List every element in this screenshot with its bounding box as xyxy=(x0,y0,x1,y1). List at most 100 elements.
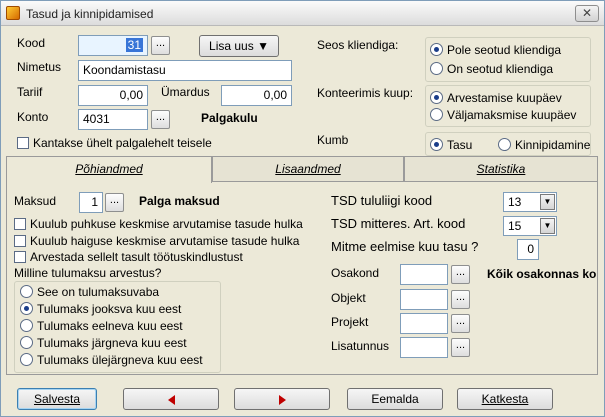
remove-button[interactable]: Eemalda xyxy=(347,388,443,410)
puhkuse-label: Kuulub puhkuse keskmise arvutamise tasud… xyxy=(30,217,303,231)
kumb-option-label: Kinnipidamine xyxy=(515,138,591,152)
tootuskindlustus-label: Arvestada sellelt tasult töötuskindlustu… xyxy=(30,250,243,264)
tsd-mitteres-select[interactable]: 15 ▼ xyxy=(503,216,557,236)
checkbox-box xyxy=(14,251,26,263)
projekt-input[interactable] xyxy=(400,313,448,334)
lisa-uus-label: Lisa uus xyxy=(209,39,254,53)
tulumaks-option-label: Tulumaks eelneva kuu eest xyxy=(37,319,183,333)
lisa-uus-button[interactable]: Lisa uus ▼ xyxy=(199,35,279,57)
tab-pohiandmed[interactable]: Põhiandmed xyxy=(6,156,212,183)
cancel-button[interactable]: Katkesta xyxy=(457,388,553,410)
app-icon xyxy=(6,6,20,20)
tulumaks-option-vaba[interactable]: See on tulumaksuvaba xyxy=(20,284,159,300)
kood-lookup-button[interactable]: ... xyxy=(151,36,170,55)
maksud-lookup-button[interactable]: ... xyxy=(105,193,124,212)
save-button[interactable]: Salvesta xyxy=(17,388,97,410)
tariif-label: Tariif xyxy=(17,85,43,99)
radio-icon xyxy=(20,285,33,298)
konteerimis-option-label: Arvestamise kuupäev xyxy=(447,91,562,105)
seos-label: Seos kliendiga: xyxy=(317,38,399,52)
tulumaks-option-label: Tulumaks järgneva kuu eest xyxy=(37,336,187,350)
konteerimis-option-arvestamise[interactable]: Arvestamise kuupäev xyxy=(430,90,562,106)
konto-name: Palgakulu xyxy=(201,111,258,125)
puhkuse-checkbox[interactable]: Kuulub puhkuse keskmise arvutamise tasud… xyxy=(14,216,303,232)
seos-option-label: On seotud kliendiga xyxy=(447,62,554,76)
checkbox-box xyxy=(17,137,29,149)
next-button[interactable] xyxy=(234,388,330,410)
radio-icon xyxy=(20,302,33,315)
nimetus-input[interactable]: Koondamistasu xyxy=(78,60,292,81)
seos-option-on[interactable]: On seotud kliendiga xyxy=(430,61,553,77)
remove-label: Eemalda xyxy=(371,392,419,406)
kantakse-checkbox[interactable]: Kantakse ühelt palgalehelt teisele xyxy=(17,135,212,151)
tab-bar: Põhiandmed Lisaandmed Statistika xyxy=(6,156,598,183)
projekt-label: Projekt xyxy=(331,315,369,329)
lisatunnus-input[interactable] xyxy=(400,337,448,358)
chevron-down-icon: ▼ xyxy=(257,39,269,53)
tulumaks-option-label: Tulumaks jooksva kuu eest xyxy=(37,302,182,316)
radio-icon xyxy=(430,62,443,75)
tulumaks-option-eelneva[interactable]: Tulumaks eelneva kuu eest xyxy=(20,318,183,334)
konteerimis-option-valjamaksmise[interactable]: Väljamaksmise kuupäev xyxy=(430,107,576,123)
kumb-option-tasu[interactable]: Tasu xyxy=(430,137,472,153)
objekt-label: Objekt xyxy=(331,291,366,305)
osakond-lookup-button[interactable]: ... xyxy=(451,265,470,284)
chevron-down-icon[interactable]: ▼ xyxy=(540,194,555,210)
tab-lisaandmed[interactable]: Lisaandmed xyxy=(212,156,404,182)
tulumaks-option-ulejargneva[interactable]: Tulumaks ülejärgneva kuu eest xyxy=(20,352,203,368)
tariif-input[interactable]: 0,00 xyxy=(78,85,148,106)
konteerimis-option-label: Väljamaksmise kuupäev xyxy=(447,108,577,122)
tulumaks-group: See on tulumaksuvaba Tulumaks jooksva ku… xyxy=(14,281,221,373)
arrow-left-icon xyxy=(167,394,175,405)
tsd-tululiigi-select[interactable]: 13 ▼ xyxy=(503,192,557,212)
seos-option-label: Pole seotud kliendiga xyxy=(447,43,562,57)
projekt-lookup-button[interactable]: ... xyxy=(451,314,470,333)
kumb-option-label: Tasu xyxy=(447,138,473,152)
mitme-input[interactable]: 0 xyxy=(517,239,539,260)
tsd-tululiigi-value: 13 xyxy=(508,195,522,209)
radio-icon xyxy=(430,108,443,121)
tab-statistika[interactable]: Statistika xyxy=(404,156,598,182)
objekt-input[interactable] xyxy=(400,289,448,310)
radio-icon xyxy=(430,91,443,104)
konto-input[interactable]: 4031 xyxy=(78,109,148,130)
window-title: Tasud ja kinnipidamised xyxy=(26,7,154,21)
tulumaks-option-label: See on tulumaksuvaba xyxy=(37,285,160,299)
tab-panel-pohiandmed: Maksud 1 ... Palga maksud Kuulub puhkuse… xyxy=(6,181,598,375)
osakond-note: Kõik osakonnas kol xyxy=(487,267,597,281)
objekt-lookup-button[interactable]: ... xyxy=(451,290,470,309)
title-bar: Tasud ja kinnipidamised ✕ xyxy=(1,1,604,26)
previous-button[interactable] xyxy=(123,388,219,410)
umardus-label: Ümardus xyxy=(161,85,210,99)
save-label: Salvesta xyxy=(33,392,81,406)
tootuskindlustus-checkbox[interactable]: Arvestada sellelt tasult töötuskindlustu… xyxy=(14,249,243,265)
radio-icon xyxy=(20,319,33,332)
tulumaks-option-jargneva[interactable]: Tulumaks järgneva kuu eest xyxy=(20,335,187,351)
konteerimis-group: Arvestamise kuupäev Väljamaksmise kuupäe… xyxy=(425,85,591,127)
close-button[interactable]: ✕ xyxy=(575,5,599,22)
tsd-mitteres-value: 15 xyxy=(508,219,522,233)
arrow-right-icon xyxy=(278,394,286,405)
kumb-option-kinnipidamine[interactable]: Kinnipidamine xyxy=(498,137,590,153)
tulumaks-option-label: Tulumaks ülejärgneva kuu eest xyxy=(37,353,203,367)
kood-input[interactable]: 31 xyxy=(78,35,148,56)
haiguse-checkbox[interactable]: Kuulub haiguse keskmise arvutamise tasud… xyxy=(14,233,299,249)
checkbox-box xyxy=(14,218,26,230)
haiguse-label: Kuulub haiguse keskmise arvutamise tasud… xyxy=(30,234,300,248)
chevron-down-icon[interactable]: ▼ xyxy=(540,218,555,234)
osakond-input[interactable] xyxy=(400,264,448,285)
konto-lookup-button[interactable]: ... xyxy=(151,110,170,129)
konto-label: Konto xyxy=(17,110,49,124)
lisatunnus-lookup-button[interactable]: ... xyxy=(451,338,470,357)
radio-icon xyxy=(430,43,443,56)
kumb-group: Tasu Kinnipidamine xyxy=(425,132,591,156)
dialog-window: Tasud ja kinnipidamised ✕ Kood 31 ... Li… xyxy=(0,0,605,417)
tulumaks-option-jooksva[interactable]: Tulumaks jooksva kuu eest xyxy=(20,301,181,317)
maksud-input[interactable]: 1 xyxy=(79,192,103,213)
seos-option-pole[interactable]: Pole seotud kliendiga xyxy=(430,42,561,58)
radio-icon xyxy=(20,353,33,366)
maksud-label: Maksud xyxy=(14,194,57,208)
nimetus-label: Nimetus xyxy=(17,60,62,74)
umardus-input[interactable]: 0,00 xyxy=(221,85,292,106)
osakond-label: Osakond xyxy=(331,266,380,280)
